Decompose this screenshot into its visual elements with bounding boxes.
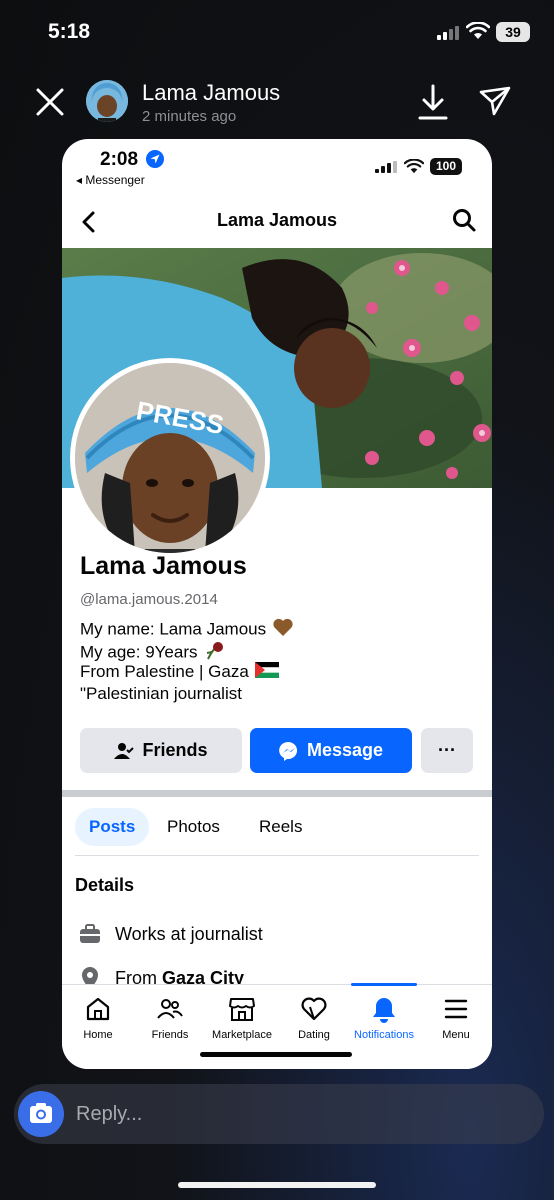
story-timestamp: 2 minutes ago <box>142 108 237 125</box>
nav-friends[interactable]: Friends <box>134 985 206 1053</box>
nav-marketplace[interactable]: Marketplace <box>206 985 278 1053</box>
profile-header-bar: Lama Jamous <box>62 197 492 247</box>
os-clock: 5:18 <box>48 20 91 43</box>
tabs-underline <box>75 855 479 856</box>
reply-bar <box>14 1084 544 1144</box>
bio-line-age: My age: 9Years <box>80 639 294 661</box>
inner-home-indicator <box>200 1052 352 1057</box>
cellular-signal-icon <box>437 26 459 40</box>
inner-clock: 2:08 <box>100 149 139 170</box>
tab-photos[interactable]: Photos <box>153 808 234 846</box>
bio-line-from: From Palestine | Gaza <box>80 661 294 683</box>
profile-picture[interactable]: PRESS <box>70 358 270 558</box>
nav-menu[interactable]: Menu <box>420 985 492 1053</box>
tab-posts[interactable]: Posts <box>75 808 150 846</box>
nav-notifications[interactable]: Notifications <box>348 985 420 1053</box>
tab-reels[interactable]: Reels <box>245 808 316 846</box>
profile-handle: @lama.jamous.2014 <box>80 591 218 608</box>
page-title: Lama Jamous <box>216 210 338 230</box>
profile-action-buttons: Friends Message ··· <box>80 728 476 773</box>
nav-home[interactable]: Home <box>62 985 134 1053</box>
friends-icon <box>157 999 183 1019</box>
section-divider <box>62 790 492 797</box>
inner-signal-icon <box>375 161 397 173</box>
inner-status-bar: 2:08 ◂ Messenger 100 <box>62 139 492 195</box>
nav-dating[interactable]: Dating <box>278 985 350 1053</box>
inner-wifi-icon <box>404 159 424 174</box>
menu-icon <box>444 999 468 1019</box>
search-icon[interactable] <box>451 207 477 233</box>
bio-line-name: My name: Lama Jamous <box>80 617 294 639</box>
location-arrow-icon <box>146 150 164 168</box>
detail-work[interactable]: Works at journalist <box>79 921 263 947</box>
messenger-icon <box>279 741 298 761</box>
more-options-button[interactable]: ··· <box>421 728 473 773</box>
shared-screenshot-card[interactable]: 2:08 ◂ Messenger 100 Lama Jamous PRESS L… <box>62 139 492 1069</box>
dating-icon <box>301 997 327 1021</box>
friend-check-icon <box>114 742 135 759</box>
avatar-photo <box>86 80 128 122</box>
details-heading: Details <box>75 875 135 895</box>
bell-icon <box>373 998 395 1023</box>
story-author-name: Lama Jamous <box>142 80 281 105</box>
back-to-messenger-link[interactable]: ◂ Messenger <box>76 173 145 187</box>
message-button[interactable]: Message <box>250 728 412 773</box>
close-icon[interactable] <box>32 84 68 120</box>
home-icon <box>86 997 110 1021</box>
wifi-icon <box>466 22 490 39</box>
reply-input[interactable] <box>76 1084 516 1144</box>
ellipsis-icon: ··· <box>438 740 456 760</box>
palestine-flag-icon <box>254 661 279 684</box>
download-icon[interactable] <box>416 82 450 122</box>
profile-photo: PRESS <box>75 363 265 553</box>
send-icon[interactable] <box>478 84 512 118</box>
story-header: Lama Jamous 2 minutes ago <box>0 74 554 130</box>
battery-indicator: 39 <box>496 22 530 42</box>
os-status-bar: 5:18 39 <box>0 0 554 64</box>
profile-bio: My name: Lama Jamous My age: 9Years From… <box>80 617 294 705</box>
marketplace-icon <box>229 998 255 1021</box>
briefcase-icon <box>80 924 100 943</box>
story-avatar[interactable] <box>86 80 128 122</box>
inner-battery-indicator: 100 <box>430 158 462 175</box>
home-indicator <box>178 1182 376 1188</box>
camera-button[interactable] <box>18 1091 64 1137</box>
profile-tabs: Posts Photos Reels <box>75 808 479 846</box>
brown-heart-icon <box>272 617 294 643</box>
camera-icon <box>30 1103 52 1123</box>
friends-button[interactable]: Friends <box>80 728 242 773</box>
profile-name: Lama Jamous <box>80 552 247 580</box>
bio-line-job: "Palestinian journalist <box>80 684 242 703</box>
